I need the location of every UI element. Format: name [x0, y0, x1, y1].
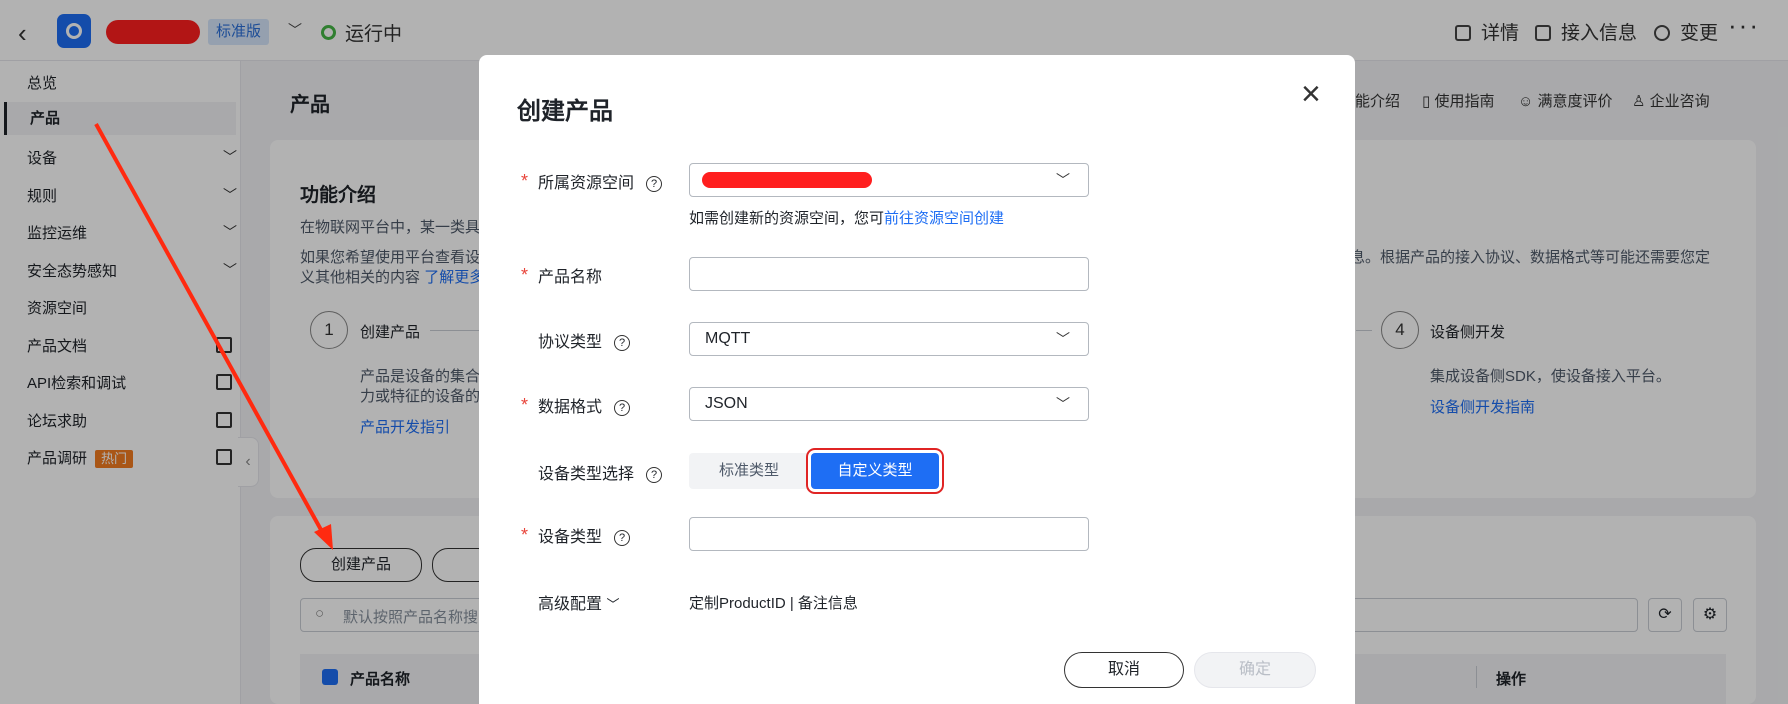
arrow-line	[94, 123, 327, 538]
arrow-head	[314, 524, 333, 550]
annotation-arrow	[94, 123, 333, 550]
